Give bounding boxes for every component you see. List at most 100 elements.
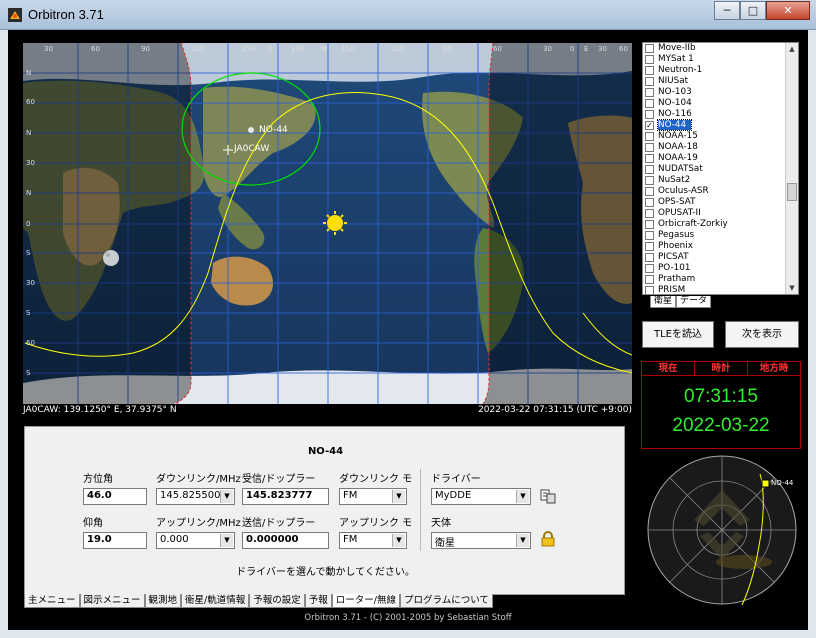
satellite-list-item[interactable]: NOAA-15 bbox=[643, 131, 798, 142]
chevron-down-icon[interactable]: ▼ bbox=[220, 534, 233, 547]
uplink-mode-combo[interactable]: FM ▼ bbox=[339, 532, 407, 549]
satellite-list-item[interactable]: PICSAT bbox=[643, 252, 798, 263]
downlink-freq-combo[interactable]: 145.825500 ▼ bbox=[156, 488, 235, 505]
map-lat-label: 30 bbox=[26, 279, 35, 287]
tab-display-menu[interactable]: 図示メニュー bbox=[79, 594, 145, 608]
tab-location[interactable]: 観測地 bbox=[144, 594, 182, 608]
sky-radar: NO-44 bbox=[644, 450, 804, 612]
satellite-list-item[interactable]: PRISM bbox=[643, 285, 798, 294]
satellite-list-item[interactable]: Move-IIb bbox=[643, 43, 798, 54]
azimuth-field[interactable]: 46.0 bbox=[83, 488, 147, 505]
tab-main-menu[interactable]: 主メニュー bbox=[24, 594, 80, 608]
satellite-list-item[interactable]: OPS-SAT bbox=[643, 197, 798, 208]
satellite-checkbox[interactable] bbox=[645, 231, 654, 240]
satellite-checkbox[interactable] bbox=[645, 286, 654, 294]
satellite-list-item[interactable]: OPUSAT-II bbox=[643, 208, 798, 219]
satellite-checkbox[interactable] bbox=[645, 165, 654, 174]
tab-satellite-info[interactable]: 衛星/軌道情報 bbox=[181, 594, 250, 608]
satellite-list-item[interactable]: NOAA-19 bbox=[643, 153, 798, 164]
satellite-marker[interactable] bbox=[248, 127, 254, 133]
satellite-list-item[interactable]: Pratham bbox=[643, 274, 798, 285]
satellite-checkbox[interactable] bbox=[645, 253, 654, 262]
satellite-checkbox[interactable] bbox=[645, 154, 654, 163]
satellite-list-item[interactable]: ✓ NO-44 bbox=[643, 119, 798, 131]
map-lon-label: 90 bbox=[141, 45, 150, 53]
satellite-checkbox[interactable] bbox=[645, 110, 654, 119]
next-button[interactable]: 次を表示 bbox=[725, 321, 799, 348]
satellite-checkbox[interactable] bbox=[645, 132, 654, 141]
scroll-down-icon[interactable]: ▼ bbox=[786, 282, 798, 294]
tab-prediction[interactable]: 予報 bbox=[304, 594, 332, 608]
rx-doppler-field[interactable]: 145.823777 bbox=[242, 488, 329, 505]
satellite-list[interactable]: Move-IIb MYSat 1 Neutron-1 NIUSat NO-103 NO-1… bbox=[642, 42, 799, 295]
maximize-button[interactable]: □ bbox=[740, 1, 766, 20]
body-combo[interactable]: 衛星 ▼ bbox=[431, 532, 531, 549]
clock-mode-local[interactable]: 地方時 bbox=[748, 362, 800, 376]
tab-about[interactable]: プログラムについて bbox=[399, 594, 493, 608]
load-tle-button[interactable]: TLEを読込 bbox=[642, 321, 714, 348]
main-frame: 30 60 90 120 150 E 180 W 150 120 90 60 3… bbox=[8, 30, 808, 630]
satellite-checkbox[interactable] bbox=[645, 55, 654, 64]
clock-mode-clock[interactable]: 時計 bbox=[695, 362, 748, 376]
tx-doppler-field[interactable]: 0.000000 bbox=[242, 532, 329, 549]
satellite-checkbox[interactable] bbox=[645, 66, 654, 75]
clock-mode-now[interactable]: 現在 bbox=[642, 362, 695, 376]
scrollbar-thumb[interactable] bbox=[787, 183, 797, 201]
chevron-down-icon[interactable]: ▼ bbox=[392, 490, 405, 503]
minimize-button[interactable]: ─ bbox=[714, 1, 740, 20]
tab-data[interactable]: データ bbox=[676, 296, 712, 308]
satellite-checkbox[interactable]: ✓ bbox=[645, 121, 654, 130]
satellite-list-item[interactable]: NUDATSat bbox=[643, 164, 798, 175]
satellite-checkbox[interactable] bbox=[645, 198, 654, 207]
panel-satellite-title: NO-44 bbox=[307, 446, 344, 457]
map-lat-label: S bbox=[26, 249, 31, 257]
satellite-list-item[interactable]: PO-101 bbox=[643, 263, 798, 274]
tab-prediction-settings[interactable]: 予報の設定 bbox=[249, 594, 305, 608]
tx-doppler-label: 送信/ドップラー bbox=[242, 518, 316, 529]
close-button[interactable]: ✕ bbox=[766, 1, 810, 20]
satellite-checkbox[interactable] bbox=[645, 44, 654, 53]
radar-satellite-label: NO-44 bbox=[771, 479, 794, 487]
uplink-freq-combo[interactable]: 0.000 ▼ bbox=[156, 532, 235, 549]
satellite-checkbox[interactable] bbox=[645, 88, 654, 97]
satellite-checkbox[interactable] bbox=[645, 275, 654, 284]
satellite-list-item[interactable]: Oculus-ASR bbox=[643, 186, 798, 197]
satellite-name: PICSAT bbox=[658, 252, 689, 262]
satellite-checkbox[interactable] bbox=[645, 187, 654, 196]
satellite-list-scrollbar[interactable]: ▲ ▼ bbox=[785, 43, 798, 294]
world-map[interactable]: 30 60 90 120 150 E 180 W 150 120 90 60 3… bbox=[23, 43, 632, 404]
satellite-list-item[interactable]: NO-104 bbox=[643, 98, 798, 109]
downlink-mode-combo[interactable]: FM ▼ bbox=[339, 488, 407, 505]
lock-icon[interactable] bbox=[540, 531, 556, 547]
elevation-field[interactable]: 19.0 bbox=[83, 532, 147, 549]
radar-satellite-marker[interactable] bbox=[761, 479, 770, 488]
chevron-down-icon[interactable]: ▼ bbox=[516, 534, 529, 547]
driver-settings-icon[interactable] bbox=[540, 488, 556, 504]
satellite-list-item[interactable]: MYSat 1 bbox=[643, 54, 798, 65]
satellite-list-item[interactable]: NIUSat bbox=[643, 76, 798, 87]
map-lon-label: 60 bbox=[619, 45, 628, 53]
tab-satellites[interactable]: 衛星 bbox=[650, 296, 677, 308]
tab-rotor-radio[interactable]: ローター/無線 bbox=[331, 594, 400, 608]
satellite-list-item[interactable]: Neutron-1 bbox=[643, 65, 798, 76]
satellite-checkbox[interactable] bbox=[645, 220, 654, 229]
satellite-checkbox[interactable] bbox=[645, 99, 654, 108]
satellite-checkbox[interactable] bbox=[645, 264, 654, 273]
chevron-down-icon[interactable]: ▼ bbox=[392, 534, 405, 547]
satellite-list-item[interactable]: Orbicraft-Zorkiy bbox=[643, 219, 798, 230]
satellite-list-item[interactable]: NuSat2 bbox=[643, 175, 798, 186]
satellite-checkbox[interactable] bbox=[645, 242, 654, 251]
chevron-down-icon[interactable]: ▼ bbox=[220, 490, 233, 503]
satellite-list-item[interactable]: NOAA-18 bbox=[643, 142, 798, 153]
satellite-checkbox[interactable] bbox=[645, 143, 654, 152]
scroll-up-icon[interactable]: ▲ bbox=[786, 43, 798, 55]
driver-combo[interactable]: MyDDE ▼ bbox=[431, 488, 531, 505]
satellite-list-item[interactable]: NO-103 bbox=[643, 87, 798, 98]
satellite-list-item[interactable]: Pegasus bbox=[643, 230, 798, 241]
satellite-list-item[interactable]: Phoenix bbox=[643, 241, 798, 252]
satellite-checkbox[interactable] bbox=[645, 77, 654, 86]
chevron-down-icon[interactable]: ▼ bbox=[516, 490, 529, 503]
satellite-checkbox[interactable] bbox=[645, 209, 654, 218]
satellite-list-item[interactable]: NO-116 bbox=[643, 109, 798, 120]
satellite-checkbox[interactable] bbox=[645, 176, 654, 185]
